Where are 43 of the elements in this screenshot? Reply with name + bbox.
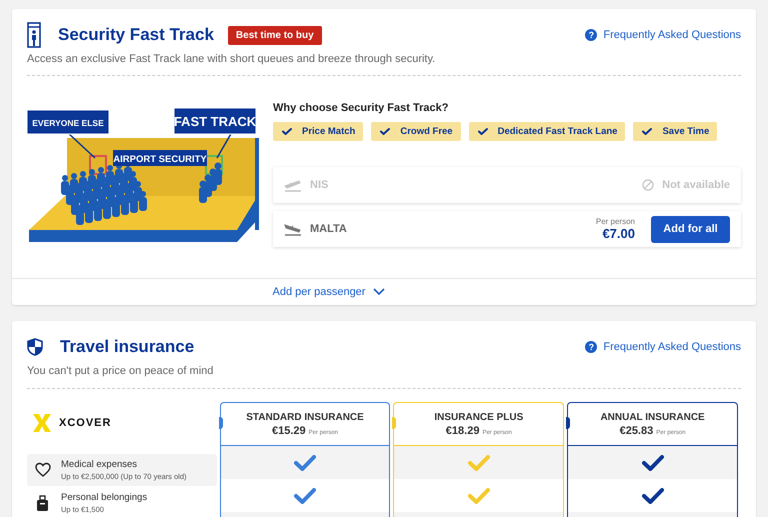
shield-icon xyxy=(27,338,43,356)
provider-name: XCOVER xyxy=(59,417,112,429)
feature-name: Personal belongings xyxy=(61,492,148,503)
plan-price: €25.83 xyxy=(620,425,654,437)
help-icon: ? xyxy=(585,29,598,41)
faq-link[interactable]: ? Frequently Asked Questions xyxy=(585,29,741,41)
check-icon xyxy=(476,127,489,136)
luggage-icon xyxy=(35,494,51,512)
chevron-down-icon xyxy=(373,288,386,296)
check-icon xyxy=(379,127,392,136)
add-per-passenger-toggle[interactable]: Add per passenger xyxy=(272,286,386,298)
price-amount: €7.00 xyxy=(602,226,635,241)
benefit-tag: Price Match xyxy=(273,122,364,141)
section-description: You can't put a price on peace of mind xyxy=(27,365,214,377)
destination-name: MALTA xyxy=(310,223,347,235)
check-icon xyxy=(281,127,293,136)
section-title: Travel insurance xyxy=(60,337,194,357)
section-title: Security Fast Track xyxy=(58,25,214,45)
section-description: Access an exclusive Fast Track lane with short queues and breeze through security. xyxy=(27,53,436,65)
promo-badge: Best time to buy xyxy=(228,26,322,44)
plan-name: ANNUAL INSURANCE xyxy=(599,411,706,423)
security-gate-icon xyxy=(27,22,41,48)
plan-name: INSURANCE PLUS xyxy=(433,411,524,423)
airport-security-illustration: EVERYONE ELSE FAST TRACK AIRPORT SECURITY xyxy=(27,106,259,246)
destination-name: NIS xyxy=(310,179,328,191)
availability-status: Not available xyxy=(662,179,730,191)
benefit-tag: Save Time xyxy=(633,122,718,141)
plane-landing-icon xyxy=(284,221,302,237)
feature-name: Medical expenses xyxy=(61,459,138,470)
x-logo-icon xyxy=(33,414,51,432)
heart-icon xyxy=(35,462,51,478)
benefit-tag: Dedicated Fast Track Lane xyxy=(468,122,626,141)
plan-name: STANDARD INSURANCE xyxy=(245,411,365,423)
unavailable-icon xyxy=(642,179,654,191)
add-for-all-button[interactable]: Add for all xyxy=(651,216,730,242)
price-caption: Per person xyxy=(596,217,635,226)
benefit-tag: Crowd Free xyxy=(371,122,461,141)
benefits-heading: Why choose Security Fast Track? xyxy=(273,102,450,114)
help-icon: ? xyxy=(585,341,598,353)
plan-price: €15.29 xyxy=(272,425,306,437)
faq-link[interactable]: ? Frequently Asked Questions xyxy=(585,341,741,353)
plan-price: €18.29 xyxy=(446,425,480,437)
check-icon xyxy=(641,127,654,136)
